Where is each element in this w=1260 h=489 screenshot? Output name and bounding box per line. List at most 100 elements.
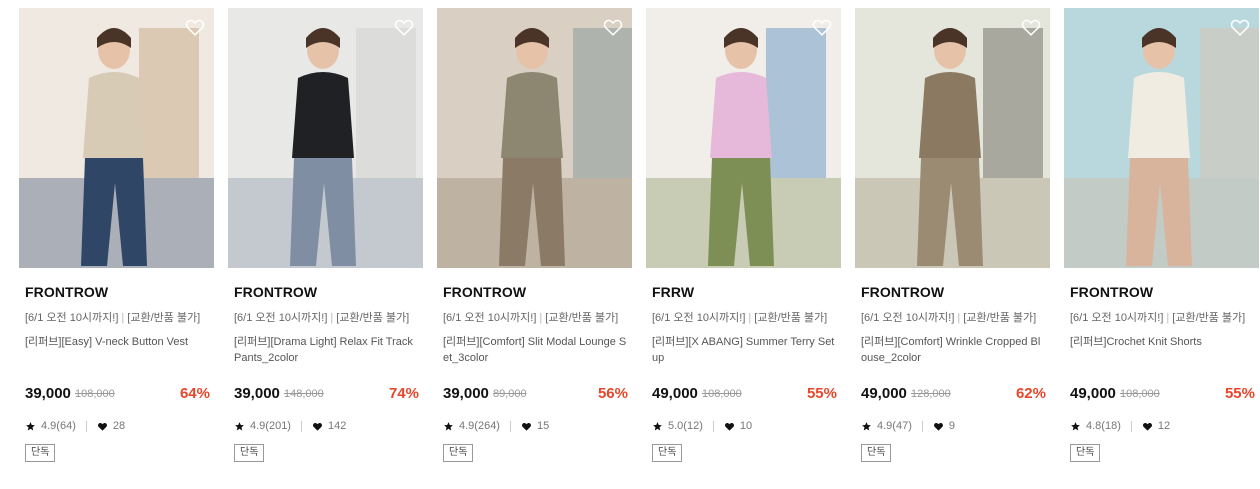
- product-image[interactable]: [228, 8, 423, 268]
- product-name[interactable]: [리퍼브][Comfort] Wrinkle Cropped Blouse_2c…: [861, 334, 1046, 366]
- original-price: 128,000: [911, 388, 951, 400]
- heart-filled-icon: [312, 421, 323, 432]
- notice-text: [6/1 오전 10시까지!] | [교환/반품 불가]: [443, 312, 619, 324]
- no-return-notice: [교환/반품 불가]: [1172, 312, 1246, 324]
- review-meta: 4.9(64) 28: [25, 420, 125, 432]
- star-icon: [1070, 421, 1081, 432]
- wishlist-heart-icon[interactable]: [811, 16, 833, 38]
- exclusive-badge: 단독: [861, 444, 892, 462]
- brand-name[interactable]: FRRW: [652, 284, 694, 300]
- heart-filled-icon: [724, 421, 735, 432]
- rating-text: 5.0(12): [668, 420, 703, 432]
- product-image[interactable]: [19, 8, 214, 268]
- star-icon: [443, 421, 454, 432]
- rating-text: 4.8(18): [1086, 420, 1121, 432]
- sale-deadline: [6/1 오전 10시까지!]: [443, 312, 537, 324]
- price-row: 39,000 89,000 56%: [443, 385, 628, 405]
- product-name[interactable]: [리퍼브][Easy] V-neck Button Vest: [25, 334, 210, 350]
- no-return-notice: [교환/반품 불가]: [545, 312, 619, 324]
- product-image[interactable]: [646, 8, 841, 268]
- likes-count: 142: [327, 420, 347, 432]
- product-photo: [855, 8, 1050, 268]
- original-price: 108,000: [75, 388, 115, 400]
- heart-filled-icon: [933, 421, 944, 432]
- divider: [509, 420, 511, 432]
- no-return-notice: [교환/반품 불가]: [127, 312, 201, 324]
- notice-text: [6/1 오전 10시까지!] | [교환/반품 불가]: [234, 312, 410, 324]
- brand-name[interactable]: FRONTROW: [234, 284, 317, 300]
- product-name[interactable]: [리퍼브]Crochet Knit Shorts: [1070, 334, 1255, 350]
- product-name[interactable]: [리퍼브][Drama Light] Relax Fit Track Pants…: [234, 334, 419, 366]
- product-name[interactable]: [리퍼브][Comfort] Slit Modal Lounge Set_3co…: [443, 334, 628, 366]
- exclusive-badge: 단독: [652, 444, 683, 462]
- brand-name[interactable]: FRONTROW: [1070, 284, 1153, 300]
- wishlist-heart-icon[interactable]: [1229, 16, 1251, 38]
- likes-count: 10: [739, 420, 753, 432]
- product-card[interactable]: FRRW [6/1 오전 10시까지!] | [교환/반품 불가] [리퍼브][X …: [646, 8, 841, 478]
- sale-deadline: [6/1 오전 10시까지!]: [861, 312, 955, 324]
- exclusive-badge: 단독: [25, 444, 56, 462]
- product-photo: [228, 8, 423, 268]
- heart-filled-icon: [97, 421, 108, 432]
- brand-name[interactable]: FRONTROW: [443, 284, 526, 300]
- sale-price: 49,000: [652, 385, 698, 402]
- notice-text: [6/1 오전 10시까지!] | [교환/반품 불가]: [652, 312, 828, 324]
- product-photo: [1064, 8, 1259, 268]
- likes-count: 12: [1157, 420, 1171, 432]
- no-return-notice: [교환/반품 불가]: [336, 312, 410, 324]
- sale-deadline: [6/1 오전 10시까지!]: [234, 312, 328, 324]
- discount-rate: 55%: [1224, 385, 1255, 402]
- wishlist-heart-icon[interactable]: [602, 16, 624, 38]
- review-meta: 4.8(18) 12: [1070, 420, 1170, 432]
- sale-price: 39,000: [443, 385, 489, 402]
- likes-count: 15: [536, 420, 550, 432]
- product-card[interactable]: FRONTROW [6/1 오전 10시까지!] | [교환/반품 불가] [리퍼브…: [228, 8, 423, 478]
- no-return-notice: [교환/반품 불가]: [754, 312, 828, 324]
- review-meta: 4.9(201) 142: [234, 420, 346, 432]
- sale-deadline: [6/1 오전 10시까지!]: [1070, 312, 1164, 324]
- star-icon: [861, 421, 872, 432]
- price-row: 39,000 148,000 74%: [234, 385, 419, 405]
- review-meta: 4.9(264) 15: [443, 420, 549, 432]
- notice-text: [6/1 오전 10시까지!] | [교환/반품 불가]: [1070, 312, 1246, 324]
- heart-filled-icon: [521, 421, 532, 432]
- star-icon: [25, 421, 36, 432]
- review-meta: 4.9(47) 9: [861, 420, 955, 432]
- product-card[interactable]: FRONTROW [6/1 오전 10시까지!] | [교환/반품 불가] [리퍼브…: [1064, 8, 1259, 478]
- notice-text: [6/1 오전 10시까지!] | [교환/반품 불가]: [861, 312, 1037, 324]
- product-card[interactable]: FRONTROW [6/1 오전 10시까지!] | [교환/반품 불가] [리퍼브…: [855, 8, 1050, 478]
- product-card[interactable]: FRONTROW [6/1 오전 10시까지!] | [교환/반품 불가] [리퍼브…: [19, 8, 214, 478]
- exclusive-badge: 단독: [234, 444, 265, 462]
- wishlist-heart-icon[interactable]: [1020, 16, 1042, 38]
- sale-price: 49,000: [1070, 385, 1116, 402]
- brand-name[interactable]: FRONTROW: [861, 284, 944, 300]
- wishlist-heart-icon[interactable]: [184, 16, 206, 38]
- rating-text: 4.9(201): [250, 420, 291, 432]
- price-row: 49,000 108,000 55%: [1070, 385, 1255, 405]
- product-card[interactable]: FRONTROW [6/1 오전 10시까지!] | [교환/반품 불가] [리퍼브…: [437, 8, 632, 478]
- discount-rate: 56%: [597, 385, 628, 402]
- brand-name[interactable]: FRONTROW: [25, 284, 108, 300]
- product-image[interactable]: [855, 8, 1050, 268]
- discount-rate: 62%: [1015, 385, 1046, 402]
- likes-count: 9: [948, 420, 955, 432]
- star-icon: [652, 421, 663, 432]
- sale-price: 39,000: [25, 385, 71, 402]
- notice-text: [6/1 오전 10시까지!] | [교환/반품 불가]: [25, 312, 201, 324]
- price-row: 49,000 108,000 55%: [652, 385, 837, 405]
- divider: [921, 420, 923, 432]
- star-icon: [234, 421, 245, 432]
- product-photo: [646, 8, 841, 268]
- product-grid: FRONTROW [6/1 오전 10시까지!] | [교환/반품 불가] [리퍼브…: [19, 8, 1260, 489]
- heart-filled-icon: [1142, 421, 1153, 432]
- product-photo: [437, 8, 632, 268]
- product-image[interactable]: [1064, 8, 1259, 268]
- original-price: 89,000: [493, 388, 527, 400]
- sale-price: 39,000: [234, 385, 280, 402]
- product-image[interactable]: [437, 8, 632, 268]
- wishlist-heart-icon[interactable]: [393, 16, 415, 38]
- rating-text: 4.9(47): [877, 420, 912, 432]
- product-name[interactable]: [리퍼브][X ABANG] Summer Terry Set up: [652, 334, 837, 366]
- product-photo: [19, 8, 214, 268]
- original-price: 108,000: [1120, 388, 1160, 400]
